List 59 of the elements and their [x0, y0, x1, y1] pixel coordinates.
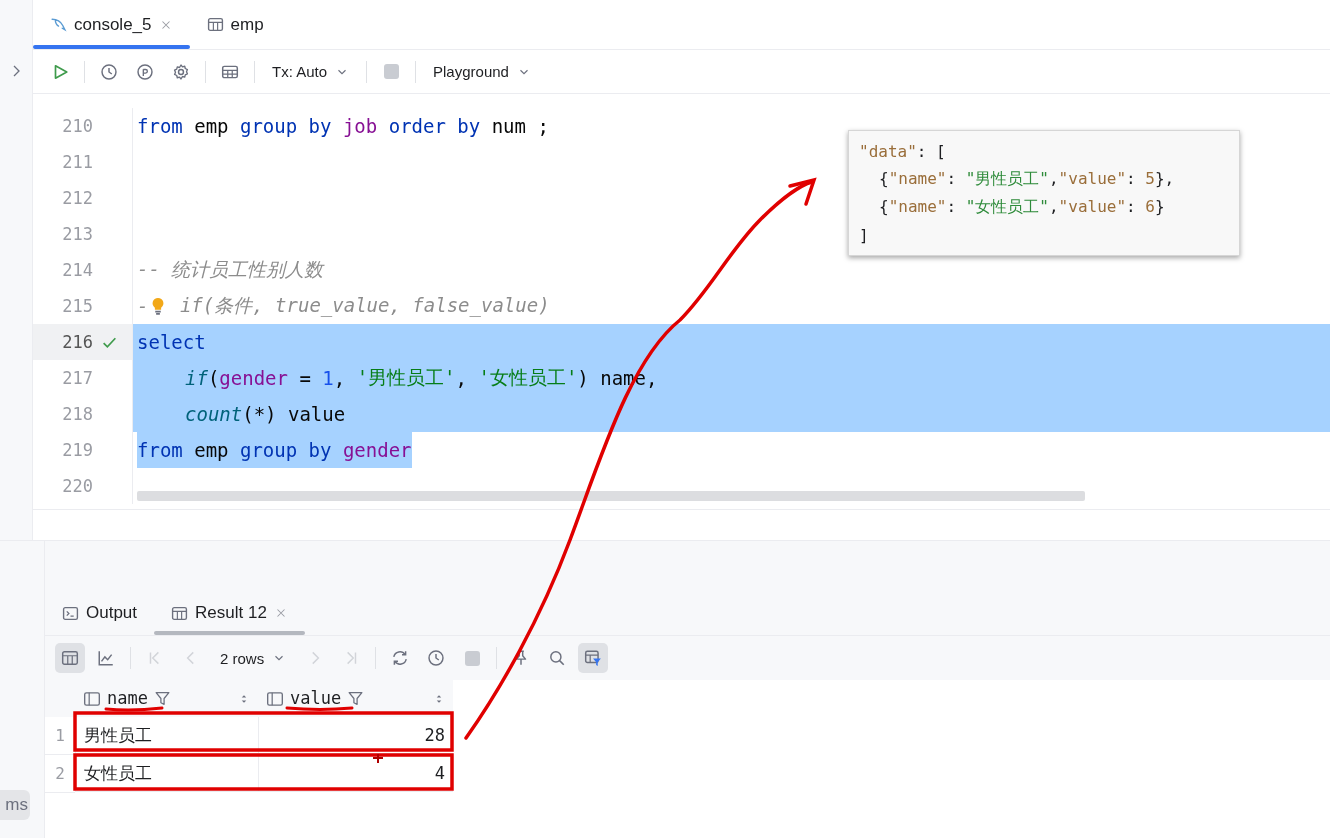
column-name: name [107, 690, 148, 707]
line-number: 210 [61, 116, 93, 136]
annotation-underline [104, 706, 164, 712]
filter-icon [347, 690, 365, 707]
tab[interactable]: console_5 [33, 0, 190, 49]
json-line: "data": [ [859, 141, 946, 161]
table-icon [171, 604, 189, 622]
line-number: 218 [61, 404, 93, 424]
column-icon [266, 689, 284, 708]
table-view-button[interactable] [55, 643, 85, 673]
row-number: 1 [45, 717, 75, 755]
code-comment: -- 统计员工性别人数 [137, 257, 324, 282]
code-line: from emp group by job order by num ; [137, 115, 549, 137]
dropdown-button[interactable]: 2 rows [212, 643, 295, 673]
line-number: 215 [61, 296, 93, 316]
table-filter-icon [584, 649, 603, 667]
code-line: count(*) value [185, 403, 346, 425]
code-comment: - if(条件, true_value, false_value) [137, 293, 550, 319]
table-cell: 28 [258, 717, 453, 754]
tool-window-button[interactable]: ms [0, 790, 30, 820]
code-line: from emp group by gender [137, 439, 412, 461]
parameter-icon [136, 62, 154, 81]
filter-icon [153, 690, 171, 707]
line-chart-icon [97, 649, 115, 667]
dropdown-button[interactable]: Tx: Auto [264, 56, 358, 87]
line-number: 212 [61, 188, 93, 208]
tab[interactable]: Result 12 [154, 591, 305, 635]
column-name: value [290, 690, 342, 707]
clock-icon [427, 649, 446, 667]
table-filter-button[interactable] [578, 643, 609, 673]
horizontal-scrollbar[interactable] [137, 491, 1085, 501]
tab[interactable]: Output [45, 591, 155, 635]
line-number: 214 [61, 260, 93, 280]
code-line: select [137, 331, 206, 353]
tab[interactable]: emp [189, 0, 281, 49]
annotation-underline [285, 706, 354, 711]
json-line: ] [859, 225, 869, 245]
table-view-icon [61, 649, 79, 667]
table-cell: 4 [258, 755, 453, 792]
refresh-icon [391, 649, 410, 667]
plus-mark [372, 753, 384, 764]
line-number: 219 [61, 440, 93, 460]
clock-icon [100, 62, 118, 81]
search-icon [548, 649, 567, 667]
row-number: 2 [45, 755, 75, 793]
dropdown-button[interactable]: Playground [425, 56, 539, 87]
table-cell: 男性员工 [75, 717, 258, 754]
column-icon [83, 689, 101, 708]
json-line: {"name": "男性员工","value": 5}, [879, 168, 1175, 190]
line-number: 220 [61, 476, 93, 496]
line-number: 211 [61, 152, 93, 172]
line-number: 217 [61, 368, 93, 388]
json-line: {"name": "女性员工","value": 6} [879, 196, 1165, 218]
terminal-icon [62, 604, 79, 622]
table-cell: 女性员工 [75, 755, 258, 792]
line-number: 213 [61, 224, 93, 244]
settings-icon [172, 62, 190, 81]
table-icon [206, 16, 224, 33]
line-number: 216 [61, 332, 93, 352]
